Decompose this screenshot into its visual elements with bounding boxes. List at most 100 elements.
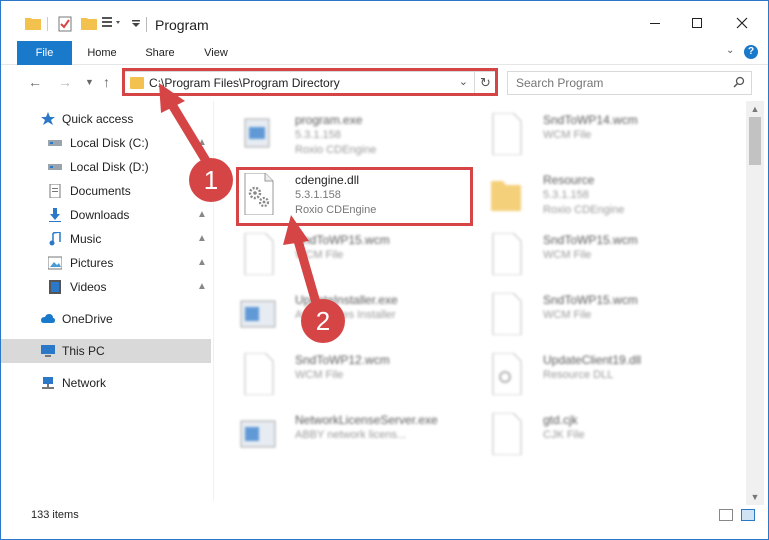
file-item[interactable]: SndToWP15.wcm WCM File: [215, 227, 455, 279]
file-item[interactable]: Resource 5.3.1.158 Roxio CDEngine: [463, 167, 703, 219]
sidebar-item-downloads[interactable]: Downloads ▲: [1, 203, 211, 227]
sidebar-item-label: Downloads: [70, 208, 130, 222]
file-item[interactable]: SndToWP15.wcm WCM File: [463, 227, 703, 279]
minimize-icon[interactable]: [645, 13, 665, 33]
sidebar-item-local-disk-c[interactable]: Local Disk (C:) ▲: [1, 131, 211, 155]
file-item[interactable]: UpdateClient19.dll Resource DLL: [463, 347, 703, 399]
file-version: WCM File: [543, 309, 592, 321]
sidebar-item-local-disk-d[interactable]: Local Disk (D:): [1, 155, 211, 179]
blank-file-icon: [492, 233, 522, 275]
file-version: WCM File: [543, 249, 592, 261]
pin-icon[interactable]: ▲: [197, 209, 207, 221]
file-name: NetworkLicenseServer.exe: [295, 413, 438, 427]
sidebar-item-music[interactable]: Music ▲: [1, 227, 211, 251]
recent-locations-icon[interactable]: ▼: [85, 77, 94, 87]
pin-icon[interactable]: ▲: [197, 281, 207, 293]
sidebar-item-network[interactable]: Network: [1, 371, 211, 395]
file-name: SndToWP15.wcm: [295, 233, 390, 247]
file-explorer-window: Program File Home Share View ⌄ ? ← → ▼ ↑…: [0, 0, 769, 540]
network-icon: [42, 377, 54, 389]
sidebar-item-quick-access[interactable]: Quick access: [1, 107, 211, 131]
file-item[interactable]: gtd.cjk CJK File: [463, 407, 703, 459]
close-icon[interactable]: [732, 13, 752, 33]
folder-icon[interactable]: [25, 16, 41, 30]
exe-file-icon: [240, 420, 276, 448]
divider: [47, 17, 48, 31]
pictures-icon: [48, 256, 62, 270]
sidebar-item-label: Local Disk (C:): [70, 136, 149, 150]
sidebar-item-documents[interactable]: Documents: [1, 179, 211, 203]
file-version: WCM File: [295, 369, 344, 381]
details-view-icon[interactable]: [719, 509, 733, 521]
exe-file-icon: [244, 118, 270, 148]
star-icon: [41, 112, 55, 125]
file-name: SndToWP14.wcm: [543, 113, 638, 127]
forward-icon[interactable]: →: [58, 74, 72, 90]
maximize-icon[interactable]: [687, 13, 707, 33]
file-item[interactable]: SndToWP14.wcm WCM File: [463, 107, 703, 159]
file-version: 5.3.1.158: [543, 189, 589, 201]
new-folder-icon[interactable]: [81, 16, 97, 30]
tab-view[interactable]: View: [194, 41, 238, 65]
tab-home[interactable]: Home: [79, 41, 125, 65]
music-icon: [49, 232, 61, 246]
sidebar-item-pictures[interactable]: Pictures ▲: [1, 251, 211, 275]
file-name: Resource: [543, 173, 595, 187]
callout-2: 2: [301, 299, 345, 343]
large-icons-view-icon[interactable]: [741, 509, 755, 521]
drive-icon: [48, 140, 62, 146]
sidebar-item-this-pc[interactable]: This PC: [1, 339, 211, 363]
pin-icon[interactable]: ▲: [197, 137, 207, 149]
vertical-scrollbar[interactable]: ▲ ▼: [746, 101, 764, 505]
sidebar-item-label: Network: [62, 376, 107, 390]
sidebar-item-label: Local Disk (D:): [70, 160, 149, 174]
file-version: WCM File: [543, 129, 592, 141]
file-description: Roxio CDEngine: [543, 204, 625, 216]
tab-file[interactable]: File: [17, 41, 72, 65]
file-name: UpdateClient19.dll: [543, 353, 642, 367]
scroll-thumb[interactable]: [749, 117, 761, 165]
file-name: SndToWP15.wcm: [543, 233, 638, 247]
sidebar-item-videos[interactable]: Videos ▲: [1, 275, 211, 299]
status-bar: 133 items: [1, 505, 768, 527]
sidebar-item-onedrive[interactable]: OneDrive: [1, 307, 211, 331]
address-highlight-box: [122, 68, 498, 96]
chevron-down-icon[interactable]: [131, 16, 141, 30]
chevron-down-icon[interactable]: ⌄: [726, 45, 738, 57]
file-item[interactable]: SndToWP12.wcm WCM File: [215, 347, 455, 399]
search-box[interactable]: [507, 71, 752, 95]
help-icon[interactable]: ?: [744, 45, 758, 59]
file-name: program.exe: [295, 113, 363, 127]
properties-icon[interactable]: [58, 16, 72, 32]
cloud-icon: [41, 314, 55, 323]
sidebar-item-label: OneDrive: [62, 312, 113, 326]
window-title: Program: [155, 17, 209, 33]
blank-file-icon: [244, 233, 274, 275]
blank-file-icon: [492, 293, 522, 335]
customize-toolbar-icon[interactable]: [102, 16, 126, 30]
file-item[interactable]: NetworkLicenseServer.exe ABBY network li…: [215, 407, 455, 459]
sidebar-item-label: Documents: [70, 184, 131, 198]
scroll-up-icon[interactable]: ▲: [746, 101, 764, 117]
back-icon[interactable]: ←: [28, 74, 42, 90]
file-version: ABBY network licens...: [295, 429, 407, 441]
sidebar-item-label: Quick access: [62, 112, 134, 126]
file-item[interactable]: SndToWP15.wcm WCM File: [463, 287, 703, 339]
file-version: CJK File: [543, 429, 585, 441]
dll-gears-icon: [492, 353, 522, 395]
search-input[interactable]: [508, 72, 728, 94]
file-description: Roxio CDEngine: [295, 144, 377, 156]
sidebar-item-label: Pictures: [70, 256, 114, 270]
scroll-down-icon[interactable]: ▼: [746, 489, 764, 505]
folder-icon: [491, 181, 521, 211]
blank-file-icon: [492, 413, 522, 455]
file-item[interactable]: program.exe 5.3.1.158 Roxio CDEngine: [215, 107, 455, 159]
pin-icon[interactable]: ▲: [197, 257, 207, 269]
tab-share[interactable]: Share: [137, 41, 183, 65]
search-icon[interactable]: [733, 76, 745, 88]
up-icon[interactable]: ↑: [103, 74, 110, 90]
pin-icon[interactable]: ▲: [197, 233, 207, 245]
sidebar-item-label: This PC: [62, 344, 105, 358]
ribbon: File Home Share View ⌄ ?: [1, 41, 768, 65]
file-highlight-box: [236, 167, 473, 226]
